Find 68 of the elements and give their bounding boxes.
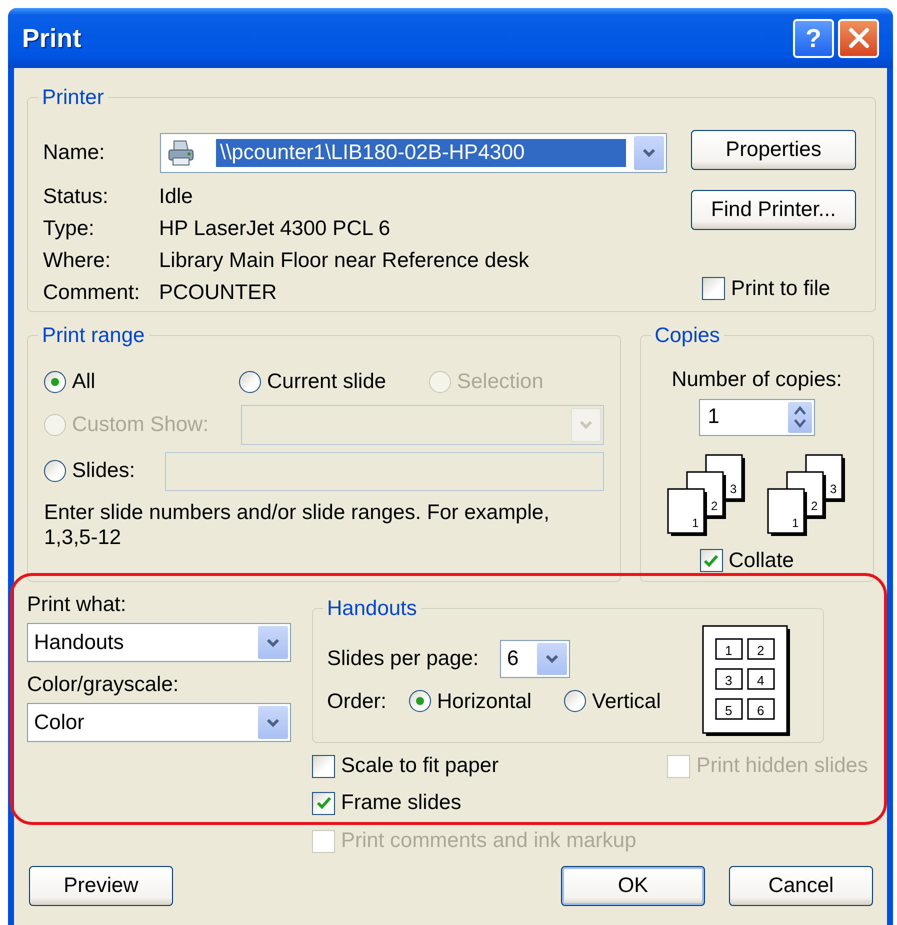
radio-label[interactable]: All: [72, 366, 96, 398]
handout-layout-drawing: 1 2 3 4 5 6: [702, 624, 792, 736]
field-label: Status:: [43, 184, 110, 210]
selected-printer: \\pcounter1\LIB180-02B-HP4300: [216, 138, 626, 166]
dropdown-arrow-button[interactable]: [258, 626, 288, 659]
dialog-button[interactable]: Preview: [29, 866, 173, 906]
dialog-button[interactable]: Find Printer...: [691, 190, 856, 230]
dialog-button[interactable]: Properties: [691, 130, 856, 170]
radio-label[interactable]: Horizontal: [437, 686, 532, 717]
dropdown-arrow-button[interactable]: [258, 706, 288, 739]
close-button[interactable]: [838, 18, 879, 58]
chevron-down-icon: [579, 420, 593, 430]
radio-button[interactable]: [409, 690, 431, 712]
checkbox-label[interactable]: Print to file: [731, 272, 830, 304]
printer-icon: [166, 138, 196, 168]
field-label: Type:: [43, 216, 96, 242]
chevron-down-icon: [266, 718, 280, 728]
slides-input-field[interactable]: [165, 452, 604, 490]
dropdown-arrow-button[interactable]: [537, 642, 567, 674]
hint-text: Enter slide numbers and/or slide ranges. For example, 1,3,5-12: [44, 500, 550, 550]
checkbox[interactable]: [312, 754, 335, 778]
field-value: Idle: [159, 184, 193, 210]
checkbox[interactable]: [702, 277, 725, 300]
checkbox[interactable]: [312, 792, 335, 814]
field-value: HP LaserJet 4300 PCL 6: [159, 216, 390, 242]
print-what-dropdown[interactable]: Handouts: [27, 623, 291, 662]
checkbox-label[interactable]: Frame slides: [341, 787, 462, 819]
field-value: PCOUNTER: [159, 280, 277, 306]
window-title: Print: [22, 22, 82, 54]
copies-spin-field[interactable]: 1: [698, 398, 815, 436]
chevron-down-icon: [266, 638, 280, 648]
radio-button[interactable]: [44, 370, 66, 392]
field-label: Slides per page:: [327, 646, 480, 672]
field-label: Number of copies:: [672, 368, 842, 392]
field-label: Color/grayscale:: [27, 673, 180, 697]
field-label: Order:: [327, 688, 388, 714]
dialog-button[interactable]: OK: [561, 866, 705, 906]
spin-arrows-icon[interactable]: [788, 402, 812, 432]
group-label: Handouts: [327, 597, 417, 620]
group-label: Print range: [42, 324, 145, 347]
radio-label[interactable]: Vertical: [592, 686, 661, 717]
radio-button[interactable]: [239, 370, 261, 392]
field-value: Library Main Floor near Reference desk: [159, 248, 530, 274]
slides-per-page-dropdown[interactable]: 6: [500, 640, 570, 678]
radio-label[interactable]: Slides:: [72, 455, 136, 487]
checkbox[interactable]: [700, 549, 723, 572]
field-label: Comment:: [43, 280, 141, 306]
chevron-down-icon: [545, 654, 559, 664]
field-label: Print what:: [27, 593, 128, 617]
color-dropdown[interactable]: Color: [27, 703, 291, 742]
checkbox-label[interactable]: Collate: [728, 544, 794, 576]
printer-dropdown[interactable]: \\pcounter1\LIB180-02B-HP4300: [160, 132, 667, 172]
radio-label[interactable]: Current slide: [267, 366, 386, 398]
dropdown-arrow-button[interactable]: [634, 136, 664, 170]
radio-button[interactable]: [564, 690, 586, 712]
field-label: Where:: [43, 248, 112, 274]
group-label: Printer: [42, 86, 104, 109]
check-icon: [703, 554, 720, 568]
check-icon: [316, 796, 332, 810]
group-label: Copies: [654, 324, 720, 347]
dialog-button[interactable]: Cancel: [729, 866, 873, 906]
collate-drawing: 3 2 1: [766, 452, 848, 536]
close-icon: [848, 27, 870, 49]
checkbox-label[interactable]: Scale to fit paper: [341, 750, 499, 782]
radio-button[interactable]: [44, 460, 66, 482]
collate-drawing: 3 2 1: [666, 452, 748, 536]
chevron-down-icon: [642, 148, 656, 158]
field-label: Name:: [43, 140, 106, 166]
